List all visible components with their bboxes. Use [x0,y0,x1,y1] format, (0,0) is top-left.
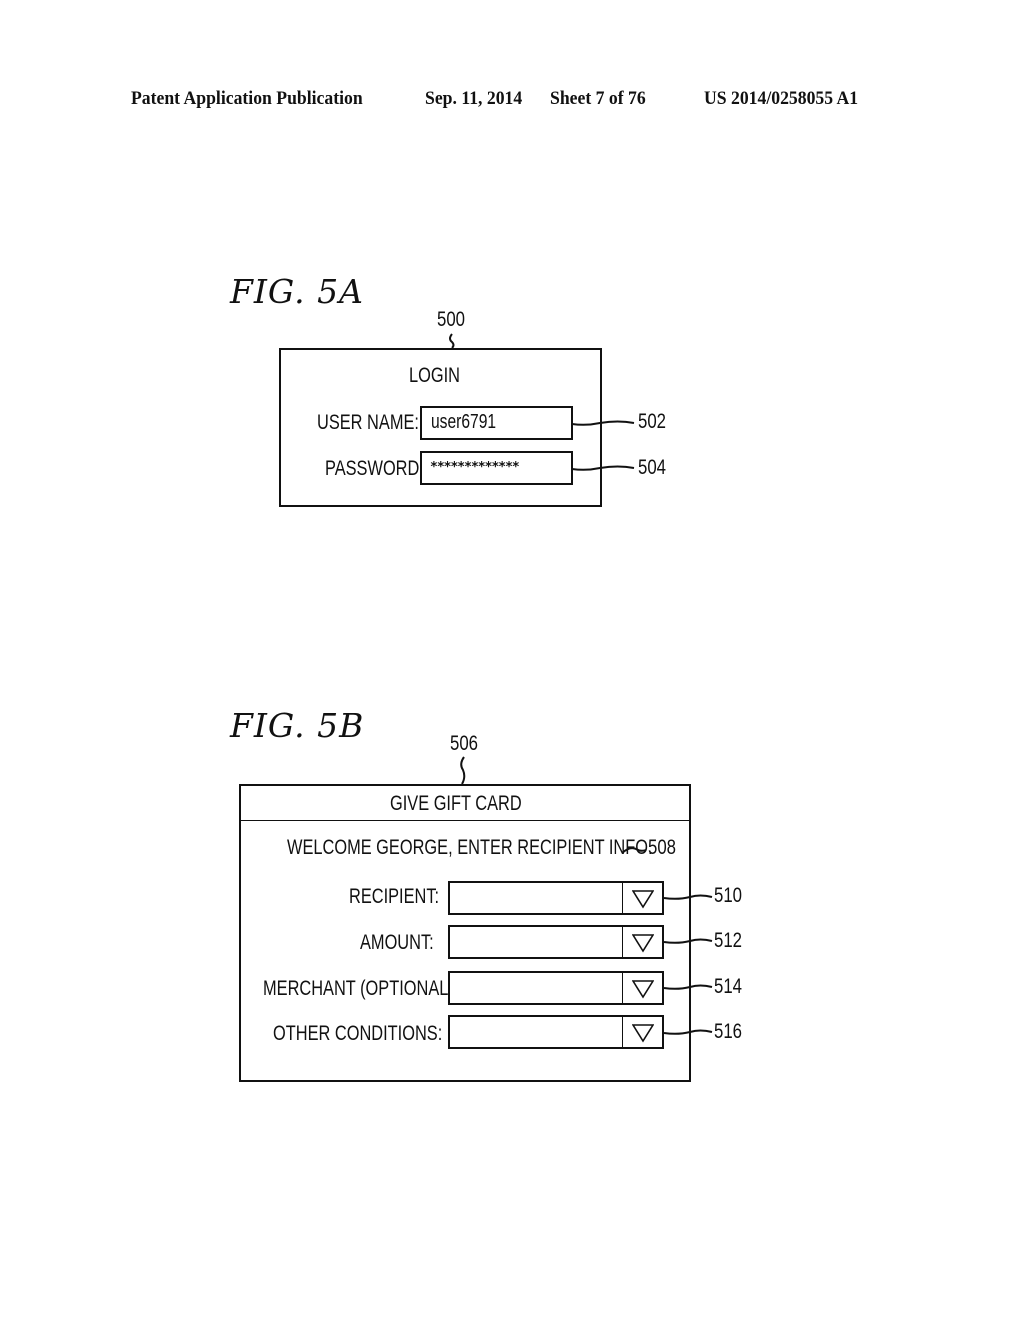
reference-numeral-504: 504 [638,456,667,479]
leader-506 [460,756,466,785]
figure-label-5b: FIG. 5B [230,706,365,745]
recipient-dropdown-button[interactable] [622,883,662,913]
triangle-down-icon [632,980,654,999]
username-label: USER NAME: [317,411,419,434]
leader-500 [449,333,455,349]
password-input[interactable]: ************* [420,451,573,485]
sheet-number: Sheet 7 of 76 [550,88,646,109]
merchant-dropdown[interactable] [448,971,664,1005]
reference-numeral-500: 500 [437,308,466,331]
reference-numeral-510: 510 [714,884,743,907]
reference-numeral-508: 508 [648,836,677,859]
username-input[interactable]: user6791 [420,406,573,440]
other-conditions-label: OTHER CONDITIONS: [273,1022,443,1045]
figure-label-5a: FIG. 5A [230,272,364,311]
triangle-down-icon [632,890,654,909]
reference-numeral-514: 514 [714,975,743,998]
password-value: ************* [430,460,520,475]
password-label: PASSWORD: [325,457,424,480]
triangle-down-icon [632,934,654,953]
recipient-label: RECIPIENT: [349,885,440,908]
merchant-label: MERCHANT (OPTIONAL): [263,977,459,1000]
other-conditions-dropdown[interactable] [448,1015,664,1049]
login-title: LOGIN [409,364,460,387]
publication-date: Sep. 11, 2014 [425,88,523,109]
amount-label: AMOUNT: [360,931,434,954]
username-value: user6791 [431,411,497,433]
triangle-down-icon [632,1024,654,1043]
reference-numeral-516: 516 [714,1020,743,1043]
recipient-dropdown[interactable] [448,881,664,915]
other-conditions-dropdown-button[interactable] [622,1017,662,1047]
amount-dropdown-button[interactable] [622,927,662,957]
amount-dropdown[interactable] [448,925,664,959]
welcome-message: WELCOME GEORGE, ENTER RECIPIENT INFO. [287,836,653,859]
gift-card-title: GIVE GIFT CARD [390,792,522,815]
reference-numeral-506: 506 [450,732,479,755]
publication-type: Patent Application Publication [131,88,363,109]
reference-numeral-512: 512 [714,929,743,952]
reference-leader-lines [449,333,713,1035]
merchant-dropdown-button[interactable] [622,973,662,1003]
publication-number: US 2014/0258055 A1 [704,88,859,109]
reference-numeral-502: 502 [638,410,667,433]
page-header: Patent Application Publication Sep. 11, … [0,88,1024,112]
